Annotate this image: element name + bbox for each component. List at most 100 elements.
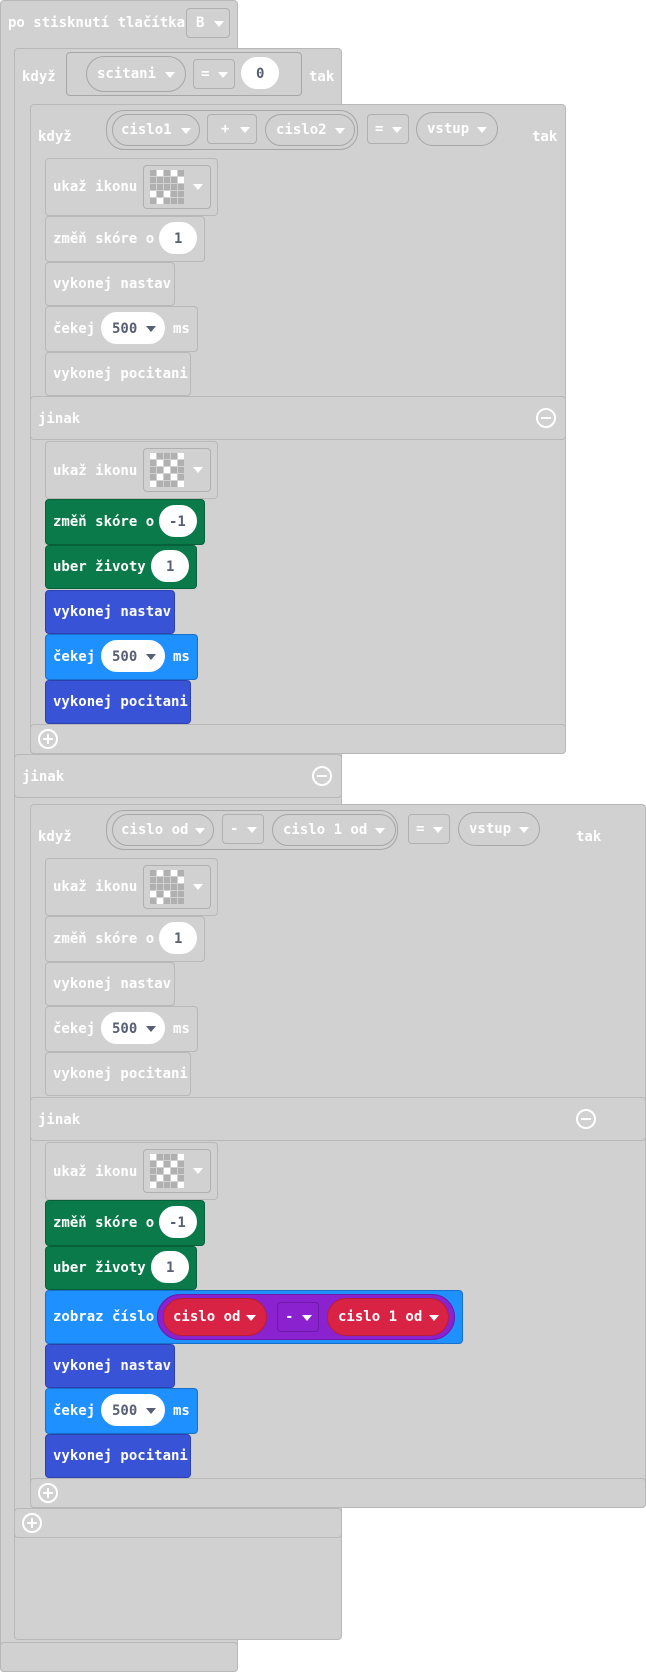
chevron-down-icon — [429, 1315, 439, 1321]
operator-label: = — [416, 821, 425, 837]
chevron-down-icon — [302, 1315, 312, 1321]
if1-tak: tak — [309, 69, 335, 85]
chevron-down-icon — [247, 827, 257, 833]
variable-scitani-label: scitani — [97, 66, 157, 82]
chevron-down-icon — [146, 1026, 156, 1032]
variable-cislo-od[interactable]: cislo od — [163, 1298, 267, 1336]
variable-cislo-1-od[interactable]: cislo 1 od — [272, 814, 396, 846]
plus-operator-dropdown[interactable]: + — [207, 114, 257, 144]
else-label: jinak — [38, 411, 81, 427]
minus-label: - — [230, 821, 239, 837]
variable-vstup-label: vstup — [427, 121, 470, 137]
wait-dropdown[interactable]: 500 — [101, 312, 165, 344]
wait-label: čekej — [53, 1021, 96, 1037]
icon-picker[interactable] — [143, 1149, 211, 1193]
chevron-down-icon — [519, 827, 529, 833]
wait-label: čekej — [53, 649, 96, 665]
lives-value: 1 — [166, 559, 175, 575]
chevron-down-icon — [146, 326, 156, 332]
wait-dropdown[interactable]: 500 — [101, 1394, 165, 1426]
score-value-input[interactable]: 1 — [159, 922, 197, 954]
wait-value: 500 — [112, 1021, 138, 1037]
wait-value: 500 — [112, 1403, 138, 1419]
chevron-down-icon — [193, 184, 203, 190]
add-else-if-icon[interactable] — [38, 1483, 58, 1503]
minus-operator-dropdown[interactable]: - — [222, 814, 264, 844]
chevron-down-icon — [246, 1315, 256, 1321]
wait-dropdown[interactable]: 500 — [101, 1012, 165, 1044]
chevron-down-icon — [181, 128, 191, 134]
change-score-label: změň skóre o — [53, 231, 155, 247]
remove-else-icon[interactable] — [536, 408, 556, 428]
score-value: -1 — [169, 514, 186, 530]
ms-label: ms — [173, 321, 190, 337]
remove-else-icon[interactable] — [576, 1109, 596, 1129]
variable-cislo-od-label: cislo od — [121, 822, 189, 838]
icon-picker[interactable] — [143, 865, 211, 909]
if2-operator-dropdown[interactable]: = — [367, 114, 409, 144]
if1-operator-dropdown[interactable]: = — [193, 59, 235, 89]
call-nastav-label: vykonej nastav — [53, 604, 172, 620]
event-label: po stisknutí tlačítka — [8, 15, 186, 31]
if3-footer — [30, 1478, 646, 1508]
icon-picker[interactable] — [143, 165, 211, 209]
minus-operator-dropdown[interactable]: - — [277, 1302, 319, 1332]
button-value: B — [196, 15, 205, 31]
lives-value-input[interactable]: 1 — [151, 550, 189, 582]
button-dropdown[interactable]: B — [186, 8, 230, 38]
call-pocitani-label: vykonej pocitani — [53, 1066, 188, 1082]
if1-footer — [14, 1508, 342, 1538]
else-row — [30, 396, 566, 440]
variable-vstup-label: vstup — [469, 821, 512, 837]
variable-cislo1[interactable]: cislo1 — [112, 114, 200, 146]
variable-cislo-od-label: cislo od — [173, 1309, 241, 1325]
if1-value-input[interactable]: 0 — [241, 57, 279, 89]
wait-label: čekej — [53, 321, 96, 337]
change-score-label: změň skóre o — [53, 1215, 155, 1231]
chevron-down-icon — [193, 467, 203, 473]
call-nastav-label: vykonej nastav — [53, 976, 172, 992]
chevron-down-icon — [335, 128, 345, 134]
score-value-input[interactable]: 1 — [159, 222, 197, 254]
chevron-down-icon — [218, 72, 228, 78]
chevron-down-icon — [375, 828, 385, 834]
chevron-down-icon — [240, 127, 250, 133]
variable-cislo-1-od[interactable]: cislo 1 od — [327, 1298, 449, 1336]
variable-vstup[interactable]: vstup — [458, 812, 540, 846]
if2-tak: tak — [532, 129, 558, 145]
chevron-down-icon — [193, 884, 203, 890]
lives-value-input[interactable]: 1 — [151, 1251, 189, 1283]
led-grid-icon — [150, 170, 184, 204]
add-else-if-icon[interactable] — [38, 729, 58, 749]
if2-footer — [30, 724, 566, 754]
variable-cislo2[interactable]: cislo2 — [265, 114, 355, 146]
else-label: jinak — [38, 1112, 81, 1128]
if3-tak: tak — [576, 829, 602, 845]
show-icon-label: ukaž ikonu — [53, 879, 138, 895]
add-else-if-icon[interactable] — [22, 1513, 42, 1533]
remove-else-icon[interactable] — [312, 766, 332, 786]
variable-cislo2-label: cislo2 — [276, 122, 327, 138]
show-number-label: zobraz číslo — [53, 1309, 155, 1325]
icon-picker[interactable] — [143, 448, 211, 492]
call-pocitani-label: vykonej pocitani — [53, 366, 188, 382]
call-pocitani-label: vykonej pocitani — [53, 1448, 188, 1464]
call-pocitani-label: vykonej pocitani — [53, 694, 188, 710]
score-value-input[interactable]: -1 — [159, 1206, 197, 1238]
ms-label: ms — [173, 649, 190, 665]
score-value-input[interactable]: -1 — [159, 505, 197, 537]
plus-label: + — [221, 121, 230, 137]
score-value: 1 — [174, 931, 183, 947]
wait-value: 500 — [112, 649, 138, 665]
operator-label: = — [201, 66, 210, 82]
variable-cislo1-label: cislo1 — [121, 122, 172, 138]
if3-operator-dropdown[interactable]: = — [408, 814, 450, 844]
variable-vstup[interactable]: vstup — [416, 112, 498, 146]
change-score-label: změň skóre o — [53, 514, 155, 530]
wait-dropdown[interactable]: 500 — [101, 640, 165, 672]
chevron-down-icon — [477, 127, 487, 133]
variable-cislo-od[interactable]: cislo od — [112, 814, 214, 846]
score-value: 1 — [174, 231, 183, 247]
variable-scitani[interactable]: scitani — [86, 56, 186, 92]
lose-life-label: uber životy — [53, 559, 146, 575]
